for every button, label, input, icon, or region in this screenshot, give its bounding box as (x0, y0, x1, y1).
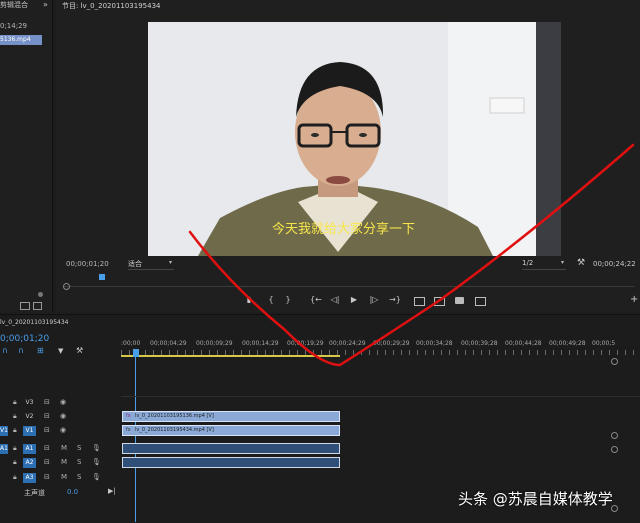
red-annotation-stroke (188, 143, 635, 367)
watermark: 头条 @苏晨自媒体教学 (458, 490, 613, 508)
